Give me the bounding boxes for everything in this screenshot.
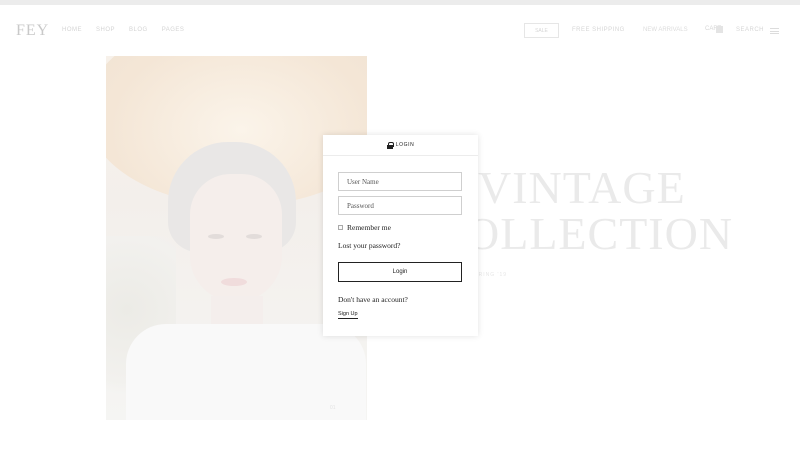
no-account-text: Don't have an account?	[338, 295, 408, 304]
lock-icon	[386, 141, 394, 149]
password-input[interactable]	[338, 196, 462, 215]
login-button[interactable]: Login	[338, 262, 462, 282]
remember-me-label[interactable]: Remember me	[347, 223, 391, 232]
lost-password-link[interactable]: Lost your password?	[338, 241, 401, 250]
login-modal-header: LOGIN	[323, 135, 478, 156]
sign-up-link[interactable]: Sign Up	[338, 311, 358, 319]
login-modal: LOGIN Remember me Lost your password? Lo…	[323, 135, 478, 336]
login-modal-title: LOGIN	[395, 142, 415, 148]
remember-me-row[interactable]: Remember me	[338, 223, 391, 232]
remember-me-checkbox[interactable]	[338, 225, 343, 230]
username-input[interactable]	[338, 172, 462, 191]
